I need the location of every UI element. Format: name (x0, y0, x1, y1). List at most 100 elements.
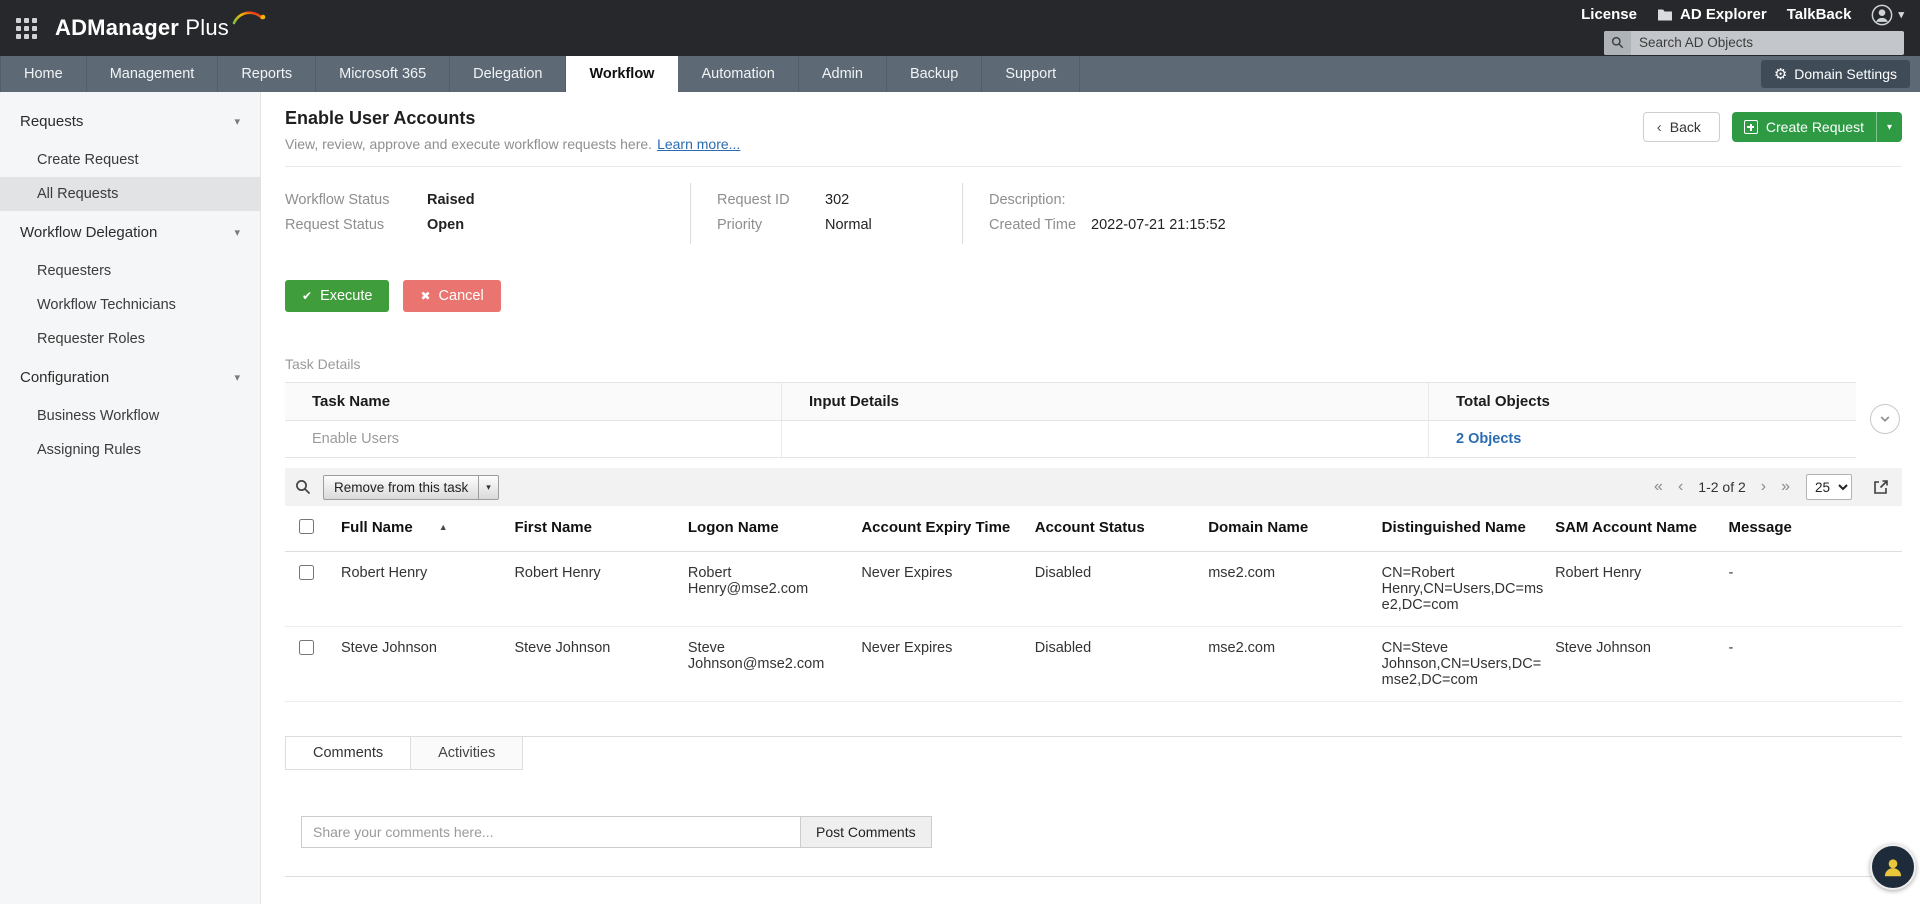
cancel-button[interactable]: ✖ Cancel (403, 280, 501, 312)
talkback-link[interactable]: TalkBack (1787, 6, 1852, 23)
sidebar-section-workflow-delegation[interactable]: Workflow Delegation ▾ (0, 211, 260, 254)
total-objects-link[interactable]: 2 Objects (1456, 431, 1521, 447)
chevron-down-icon: ▾ (234, 116, 240, 128)
previous-page-button[interactable]: ‹ (1678, 479, 1683, 495)
tab-comments[interactable]: Comments (285, 737, 412, 770)
sidebar-item-workflow-technicians[interactable]: Workflow Technicians (0, 288, 260, 322)
first-page-button[interactable]: « (1654, 479, 1663, 495)
cancel-label: Cancel (438, 288, 484, 304)
cell-first-name: Steve Johnson (514, 626, 688, 702)
tab-microsoft-365[interactable]: Microsoft 365 (316, 56, 451, 92)
tab-reports[interactable]: Reports (218, 56, 317, 92)
column-header-sam-account-name[interactable]: SAM Account Name (1555, 506, 1729, 552)
comments-section: Comments Activities Post Comments (285, 736, 1902, 877)
column-header-domain-name[interactable]: Domain Name (1208, 506, 1382, 552)
sort-ascending-icon: ▲ (438, 522, 448, 532)
sidebar-item-create-request[interactable]: Create Request (0, 143, 260, 177)
cell-full-name: Robert Henry (341, 551, 515, 627)
select-all-checkbox[interactable] (299, 519, 314, 534)
chevron-down-icon: ▾ (234, 372, 240, 384)
sidebar-section-requests[interactable]: Requests ▾ (0, 100, 260, 143)
back-button[interactable]: ‹ Back (1642, 112, 1720, 142)
column-header-message[interactable]: Message (1728, 506, 1902, 552)
column-header-full-name[interactable]: Full Name ▲ (341, 506, 515, 552)
cell-logon-name: Robert Henry@mse2.com (687, 551, 862, 627)
search-icon[interactable] (1604, 30, 1631, 55)
task-row: Enable Users 2 Objects (285, 421, 1856, 457)
page-size-select[interactable]: 25 (1806, 474, 1852, 500)
cell-sam-account-name: Steve Johnson (1555, 626, 1729, 702)
comment-input[interactable] (301, 816, 801, 848)
ad-explorer-link[interactable]: AD Explorer (1657, 6, 1767, 23)
page-subtitle: View, review, approve and execute workfl… (285, 136, 740, 152)
execute-button[interactable]: ✔ Execute (285, 280, 390, 312)
chevron-down-icon (1880, 416, 1890, 422)
task-name-value: Enable Users (312, 431, 400, 447)
priority-value: Normal (825, 217, 872, 233)
search-input[interactable] (1631, 35, 1904, 50)
ad-explorer-label: AD Explorer (1680, 6, 1767, 23)
sidebar-item-requester-roles[interactable]: Requester Roles (0, 322, 260, 356)
page-title: Enable User Accounts (285, 108, 476, 128)
topbar: ADManager Plus License AD Explorer TalkB… (0, 0, 1920, 56)
column-header-account-status[interactable]: Account Status (1034, 506, 1209, 552)
last-page-button[interactable]: » (1781, 479, 1790, 495)
logo-swoosh-icon (232, 11, 266, 25)
main-navbar: Home Management Reports Microsoft 365 De… (0, 56, 1920, 92)
support-chat-button[interactable] (1870, 844, 1916, 890)
cell-message: - (1728, 626, 1902, 702)
chat-person-icon (1884, 859, 1902, 877)
user-menu[interactable]: ▾ (1871, 4, 1904, 26)
sidebar-item-requesters[interactable]: Requesters (0, 254, 260, 288)
tab-support[interactable]: Support (982, 56, 1081, 92)
tab-workflow[interactable]: Workflow (566, 56, 679, 92)
execute-label: Execute (320, 288, 373, 304)
domain-settings-button[interactable]: ⚙ Domain Settings (1760, 60, 1910, 88)
tab-automation[interactable]: Automation (678, 56, 799, 92)
cell-distinguished-name: CN=Steve Johnson,CN=Users,DC=mse2,DC=com (1381, 626, 1556, 702)
tab-admin[interactable]: Admin (799, 56, 887, 92)
page-info: 1-2 of 2 (1698, 479, 1746, 495)
folder-icon (1658, 9, 1672, 21)
workflow-status-value: Raised (427, 192, 475, 208)
collapse-task-details-button[interactable] (1870, 404, 1900, 434)
logo-text-primary: ADManager (55, 15, 180, 40)
cell-full-name: Steve Johnson (341, 626, 515, 702)
cell-account-expiry-time: Never Expires (861, 551, 1035, 627)
priority-label: Priority (717, 217, 763, 233)
post-comments-button[interactable]: Post Comments (800, 816, 932, 848)
next-page-button[interactable]: › (1761, 479, 1766, 495)
row-checkbox[interactable] (299, 640, 314, 655)
tab-backup[interactable]: Backup (887, 56, 983, 92)
tab-activities[interactable]: Activities (411, 737, 524, 770)
chevron-down-icon[interactable]: ▾ (479, 474, 499, 500)
sidebar-section-configuration[interactable]: Configuration ▾ (0, 356, 260, 399)
create-request-button[interactable]: Create Request ▾ (1731, 112, 1902, 142)
tab-management[interactable]: Management (87, 56, 219, 92)
workflow-status-label: Workflow Status (285, 192, 390, 208)
request-status-label: Request Status (285, 217, 385, 233)
column-header-first-name[interactable]: First Name (514, 506, 688, 552)
column-header-distinguished-name[interactable]: Distinguished Name (1381, 506, 1556, 552)
license-link[interactable]: License (1581, 6, 1637, 23)
sidebar: Requests ▾ Create Request All Requests W… (0, 92, 261, 904)
remove-from-task-button[interactable]: Remove from this task (323, 474, 480, 500)
search-icon[interactable] (295, 479, 311, 495)
column-header-logon-name[interactable]: Logon Name (687, 506, 862, 552)
input-details-value (781, 421, 1428, 457)
sidebar-item-assigning-rules[interactable]: Assigning Rules (0, 433, 260, 467)
cell-message: - (1728, 551, 1902, 627)
row-checkbox[interactable] (299, 565, 314, 580)
learn-more-link[interactable]: Learn more... (657, 136, 740, 152)
cell-sam-account-name: Robert Henry (1555, 551, 1729, 627)
column-header-account-expiry-time[interactable]: Account Expiry Time (861, 506, 1035, 552)
task-details-heading: Task Details (285, 356, 361, 372)
apps-grid-icon[interactable] (12, 14, 41, 43)
chevron-down-icon[interactable]: ▾ (1875, 112, 1902, 142)
export-icon[interactable] (1872, 478, 1890, 496)
tab-delegation[interactable]: Delegation (450, 56, 567, 92)
sidebar-item-business-workflow[interactable]: Business Workflow (0, 399, 260, 433)
tab-home[interactable]: Home (0, 56, 87, 92)
sidebar-item-all-requests[interactable]: All Requests (0, 177, 260, 211)
app-logo: ADManager Plus (55, 11, 266, 41)
